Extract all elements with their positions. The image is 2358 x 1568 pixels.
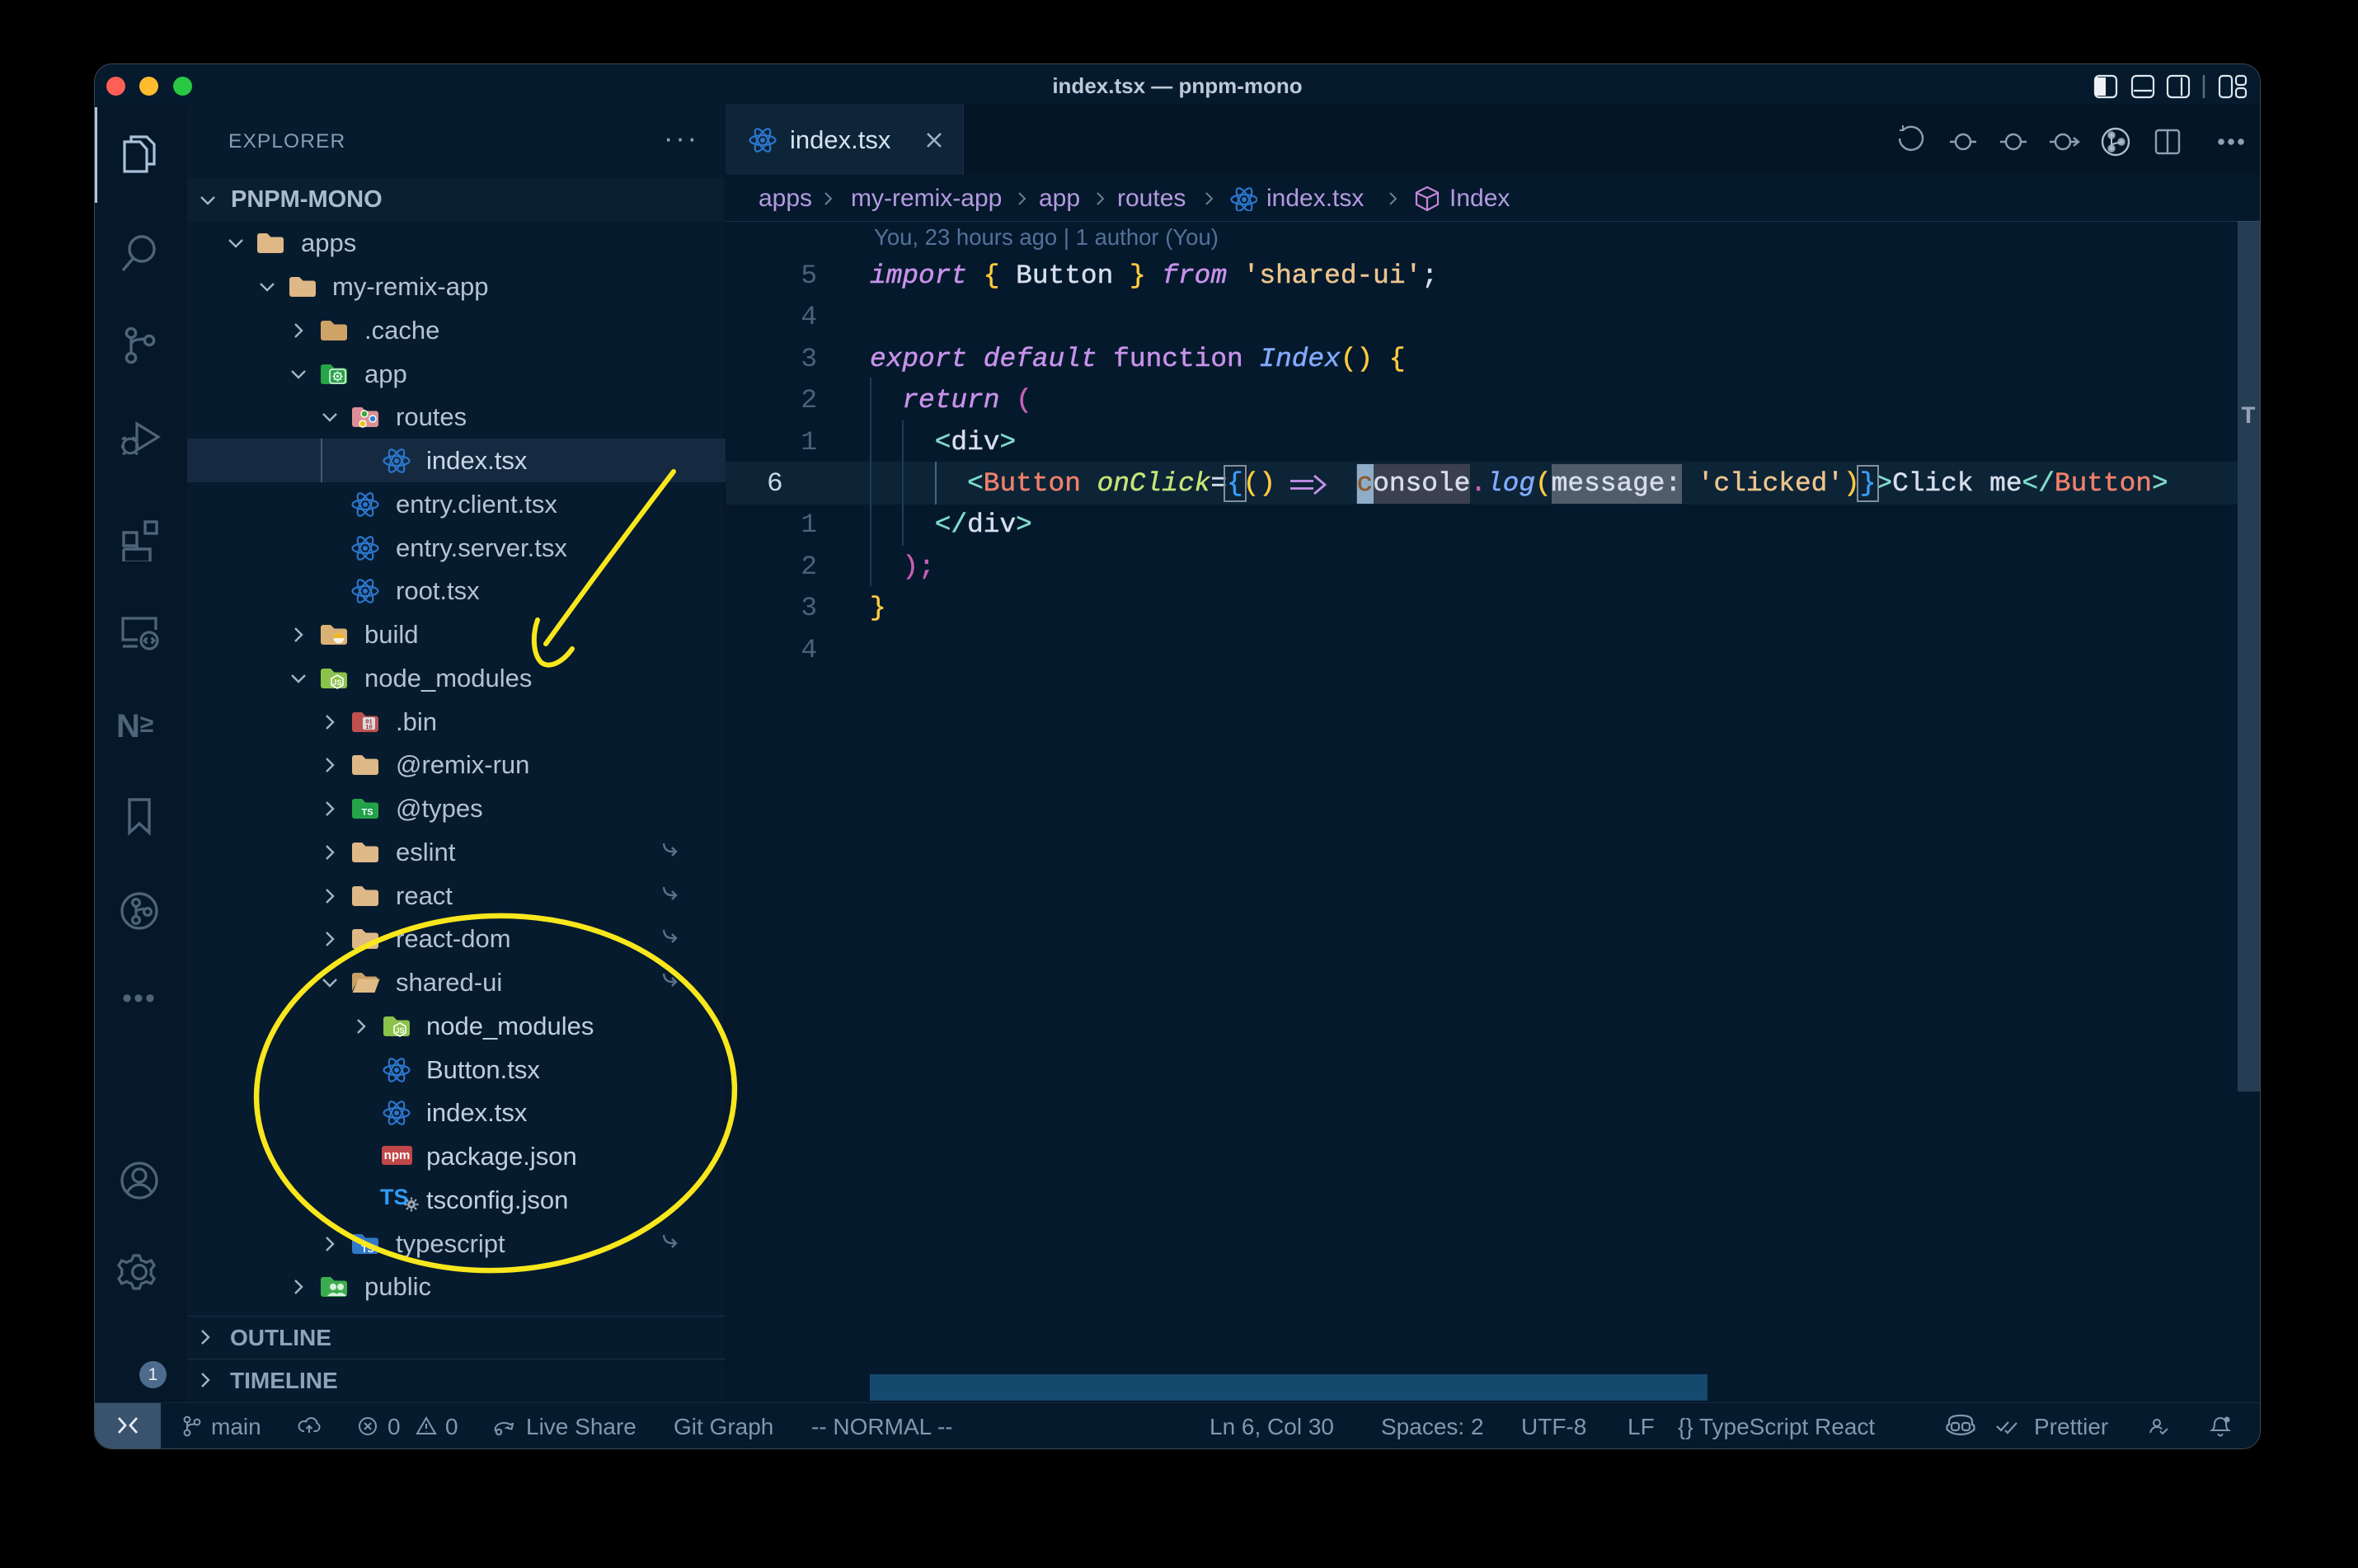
svg-text:JS: JS — [332, 678, 341, 687]
svg-text:10: 10 — [365, 725, 372, 731]
svg-text:TS: TS — [361, 1243, 373, 1255]
svg-text:JS: JS — [395, 1026, 404, 1035]
svg-text:TS: TS — [361, 808, 373, 818]
